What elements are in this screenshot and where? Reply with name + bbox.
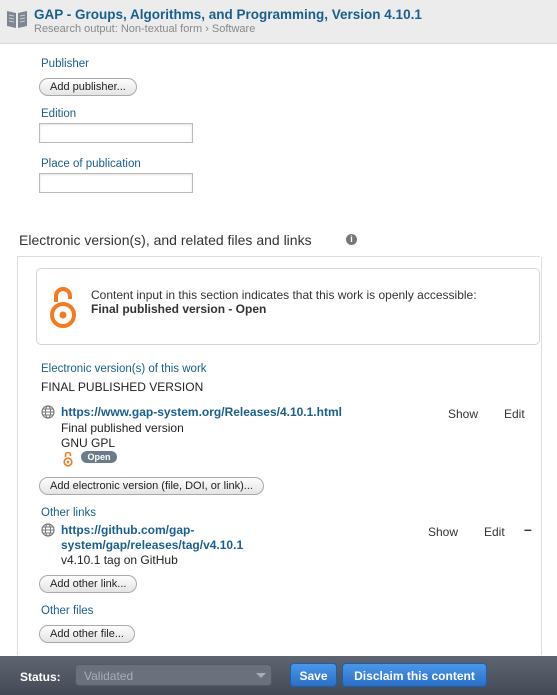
section-title: Electronic version(s), and related files…	[19, 232, 312, 248]
breadcrumb: Research output: Non-textual form › Soft…	[34, 23, 256, 35]
page-header: GAP - Groups, Algorithms, and Programmin…	[0, 0, 557, 44]
electronic-versions-label: Electronic version(s) of this work	[41, 363, 207, 375]
open-access-status: Final published version - Open	[91, 302, 267, 316]
save-button[interactable]: Save	[290, 663, 337, 687]
add-other-link-button[interactable]: Add other link...	[39, 575, 138, 593]
publisher-label: Publisher	[41, 58, 89, 70]
open-badge: Open	[81, 451, 117, 463]
globe-icon	[41, 523, 55, 542]
page-title: GAP - Groups, Algorithms, and Programmin…	[34, 7, 422, 22]
version-link[interactable]: https://www.gap-system.org/Releases/4.10…	[61, 405, 342, 419]
other-files-label: Other files	[41, 605, 94, 617]
other-link-description: v4.10.1 tag on GitHub	[61, 553, 178, 567]
status-label: Status:	[20, 670, 61, 684]
place-of-publication-label: Place of publication	[41, 158, 141, 170]
open-access-text: Content input in this section indicates …	[91, 288, 477, 302]
add-other-file-button[interactable]: Add other file...	[39, 625, 135, 643]
other-link-edit-link[interactable]: Edit	[484, 525, 505, 539]
chevron-down-icon	[256, 673, 266, 678]
disclaim-content-button[interactable]: Disclaim this content	[342, 663, 487, 687]
info-icon[interactable]: i	[346, 234, 357, 245]
version-show-link[interactable]: Show	[448, 407, 478, 421]
other-link-url-line1[interactable]: https://github.com/gap-	[61, 523, 194, 537]
version-group-heading: FINAL PUBLISHED VERSION	[41, 380, 204, 394]
add-electronic-version-button[interactable]: Add electronic version (file, DOI, or li…	[39, 477, 264, 495]
open-access-icon	[49, 286, 77, 335]
open-access-small-icon	[63, 451, 73, 472]
add-publisher-button[interactable]: Add publisher...	[39, 78, 137, 96]
version-license: GNU GPL	[61, 436, 116, 450]
book-icon	[6, 8, 28, 35]
place-of-publication-field[interactable]	[39, 173, 193, 193]
globe-icon	[41, 405, 55, 424]
other-links-label: Other links	[41, 507, 96, 519]
remove-link-button[interactable]: –	[524, 521, 532, 537]
status-select-value: Validated	[84, 669, 134, 683]
edition-field[interactable]	[39, 123, 193, 143]
other-link-show-link[interactable]: Show	[428, 525, 458, 539]
version-description: Final published version	[61, 421, 184, 435]
edition-label: Edition	[41, 108, 77, 120]
version-edit-link[interactable]: Edit	[504, 407, 525, 421]
other-link-url-line2[interactable]: system/gap/releases/tag/v4.10.1	[61, 538, 243, 552]
